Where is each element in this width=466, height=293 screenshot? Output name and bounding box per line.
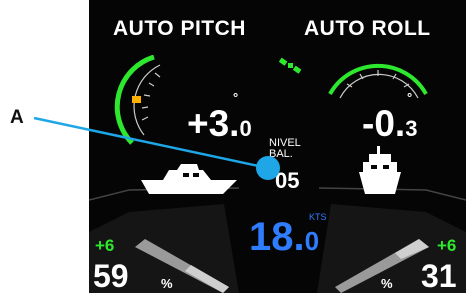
callout-leader-line — [33, 116, 280, 180]
